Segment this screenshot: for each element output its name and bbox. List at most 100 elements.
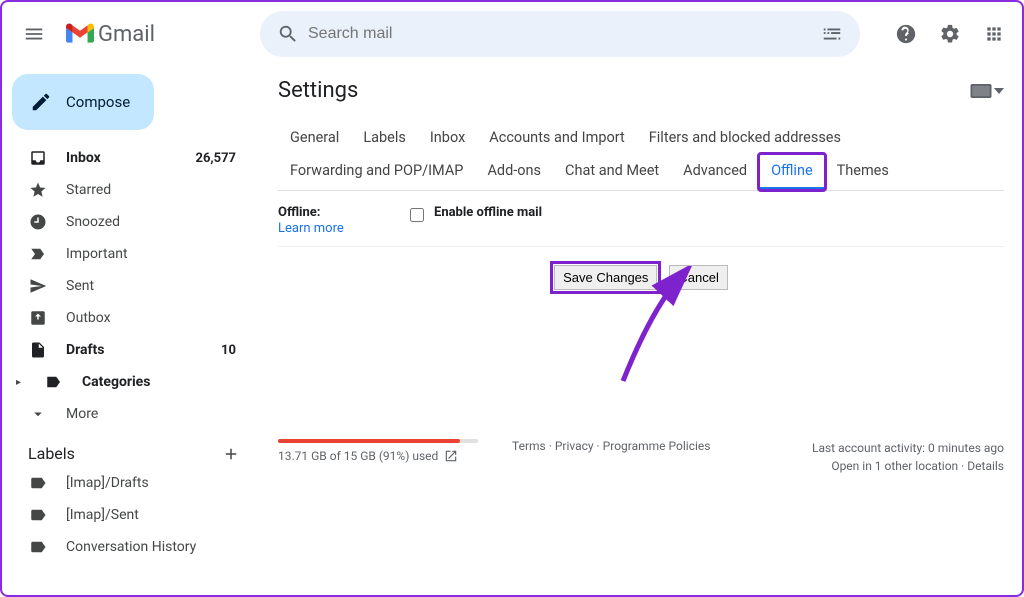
sidebar-item-label: Starred	[66, 182, 236, 198]
sidebar-item-more[interactable]: More	[2, 398, 250, 430]
categories-icon	[44, 373, 64, 391]
settings-actions: Save Changes Cancel	[278, 265, 1004, 290]
pencil-icon	[30, 91, 52, 113]
hamburger-icon	[23, 23, 45, 45]
logo[interactable]: Gmail	[66, 22, 252, 47]
tab-accounts-and-import[interactable]: Accounts and Import	[477, 121, 636, 154]
search-icon[interactable]	[268, 23, 308, 45]
clock-icon	[28, 213, 48, 231]
open-location-text[interactable]: Open in 1 other location · Details	[812, 457, 1004, 475]
tab-themes[interactable]: Themes	[825, 154, 901, 190]
tab-inbox[interactable]: Inbox	[418, 121, 477, 154]
sidebar-item-sent[interactable]: Sent	[2, 270, 250, 302]
caret-right-icon: ▸	[16, 377, 26, 388]
sidebar-item-label: Snoozed	[66, 214, 236, 230]
gmail-logo-icon	[66, 23, 94, 45]
open-external-icon[interactable]	[444, 449, 458, 463]
label-icon	[28, 538, 48, 556]
labels-title: Labels	[28, 444, 75, 463]
storage-progress	[278, 439, 478, 443]
enable-offline-label: Enable offline mail	[434, 205, 542, 220]
input-tool-selector[interactable]	[970, 84, 1004, 98]
tab-general[interactable]: General	[278, 121, 351, 154]
sidebar-item-label: Inbox	[66, 150, 178, 166]
add-label-button[interactable]	[222, 445, 240, 463]
outbox-icon	[28, 309, 48, 327]
sidebar-item-snoozed[interactable]: Snoozed	[2, 206, 250, 238]
caret-down-icon	[994, 86, 1004, 96]
labels-header: Labels	[2, 430, 258, 467]
menu-button[interactable]	[10, 10, 58, 58]
compose-button[interactable]: Compose	[12, 74, 154, 130]
sidebar-item-label: Important	[66, 246, 236, 262]
sidebar-item-important[interactable]: Important	[2, 238, 250, 270]
footer-links[interactable]: Terms · Privacy · Programme Policies	[512, 439, 710, 453]
settings-tabs: GeneralLabelsInboxAccounts and ImportFil…	[278, 121, 1004, 191]
footer: 13.71 GB of 15 GB (91%) used Terms · Pri…	[278, 439, 1004, 475]
gear-icon	[939, 23, 961, 45]
tab-advanced[interactable]: Advanced	[671, 154, 759, 190]
tab-offline[interactable]: Offline	[759, 154, 825, 190]
search-options-icon[interactable]	[812, 23, 852, 45]
sidebar-item-count: 26,577	[196, 151, 237, 166]
tab-forwarding-and-pop-imap[interactable]: Forwarding and POP/IMAP	[278, 154, 475, 190]
label-name: Conversation History	[66, 539, 236, 555]
help-icon	[895, 23, 917, 45]
save-changes-button[interactable]: Save Changes	[554, 265, 657, 290]
sent-icon	[28, 277, 48, 295]
plus-icon	[222, 445, 240, 463]
offline-setting-row: Offline: Learn more Enable offline mail	[278, 191, 1004, 247]
inbox-icon	[28, 149, 48, 167]
sidebar-item-label: Categories	[82, 374, 236, 390]
compose-label: Compose	[66, 93, 130, 111]
sidebar-item-label: More	[66, 406, 236, 422]
storage-info: 13.71 GB of 15 GB (91%) used	[278, 439, 488, 463]
star-icon	[28, 181, 48, 199]
label-item[interactable]: [Imap]/Sent	[2, 499, 250, 531]
logo-text: Gmail	[98, 22, 155, 47]
header: Gmail	[2, 2, 1022, 66]
label-item[interactable]: Conversation History	[2, 531, 250, 563]
sidebar: Compose Inbox 26,577 Starred Snoozed Importa…	[2, 66, 258, 595]
sidebar-item-starred[interactable]: Starred	[2, 174, 250, 206]
sidebar-item-outbox[interactable]: Outbox	[2, 302, 250, 334]
body: Compose Inbox 26,577 Starred Snoozed Importa…	[2, 66, 1022, 595]
important-icon	[28, 245, 48, 263]
offline-label: Offline:	[278, 205, 410, 220]
settings-header: Settings	[278, 78, 1004, 103]
sidebar-item-categories[interactable]: ▸ Categories	[2, 366, 250, 398]
sidebar-item-drafts[interactable]: Drafts 10	[2, 334, 250, 366]
sidebar-item-label: Drafts	[66, 342, 203, 358]
tab-labels[interactable]: Labels	[351, 121, 418, 154]
label-name: [Imap]/Sent	[66, 507, 236, 523]
keyboard-icon	[970, 84, 992, 98]
settings-button[interactable]	[930, 14, 970, 54]
sidebar-item-label: Outbox	[66, 310, 236, 326]
sidebar-item-count: 10	[221, 343, 236, 358]
search-input[interactable]	[308, 25, 812, 43]
search-bar[interactable]	[260, 11, 860, 57]
sidebar-item-label: Sent	[66, 278, 236, 294]
tab-filters-and-blocked-addresses[interactable]: Filters and blocked addresses	[637, 121, 853, 154]
tab-add-ons[interactable]: Add-ons	[475, 154, 553, 190]
storage-text: 13.71 GB of 15 GB (91%) used	[278, 449, 438, 463]
label-name: [Imap]/Drafts	[66, 475, 236, 491]
apps-grid-icon	[984, 24, 1004, 44]
apps-button[interactable]	[974, 14, 1014, 54]
header-right	[886, 14, 1014, 54]
label-item[interactable]: [Imap]/Drafts	[2, 467, 250, 499]
tab-chat-and-meet[interactable]: Chat and Meet	[553, 154, 671, 190]
label-icon	[28, 474, 48, 492]
draft-icon	[28, 341, 48, 359]
learn-more-link[interactable]: Learn more	[278, 221, 344, 236]
more-icon	[28, 405, 48, 423]
enable-offline-checkbox[interactable]	[410, 208, 424, 222]
cancel-button[interactable]: Cancel	[669, 265, 727, 290]
footer-activity: Last account activity: 0 minutes ago Ope…	[812, 439, 1004, 475]
main-content: Settings GeneralLabelsInboxAccounts and …	[258, 66, 1022, 595]
settings-title: Settings	[278, 78, 358, 103]
activity-text: Last account activity: 0 minutes ago	[812, 439, 1004, 457]
label-icon	[28, 506, 48, 524]
sidebar-item-inbox[interactable]: Inbox 26,577	[2, 142, 250, 174]
help-button[interactable]	[886, 14, 926, 54]
